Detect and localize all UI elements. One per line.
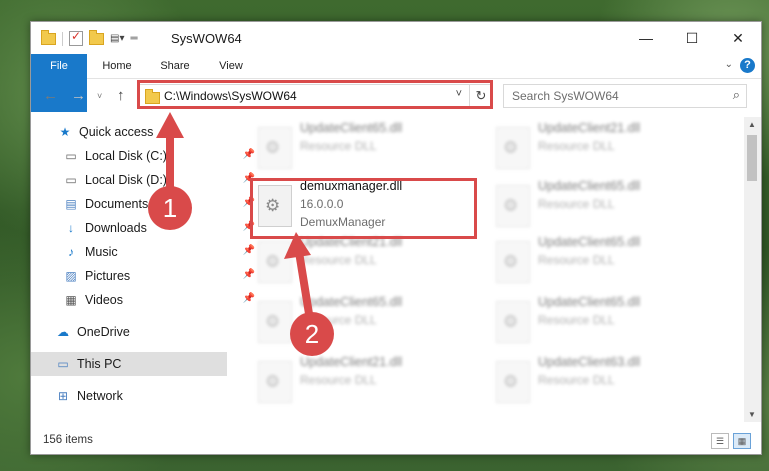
arrow-2-shaft [295, 251, 314, 321]
arrow-1-head [156, 112, 184, 138]
step-1-badge: 1 [148, 186, 192, 230]
step-2-badge: 2 [290, 312, 334, 356]
arrow-2-head [284, 232, 311, 259]
annotation-arrows [156, 112, 314, 321]
